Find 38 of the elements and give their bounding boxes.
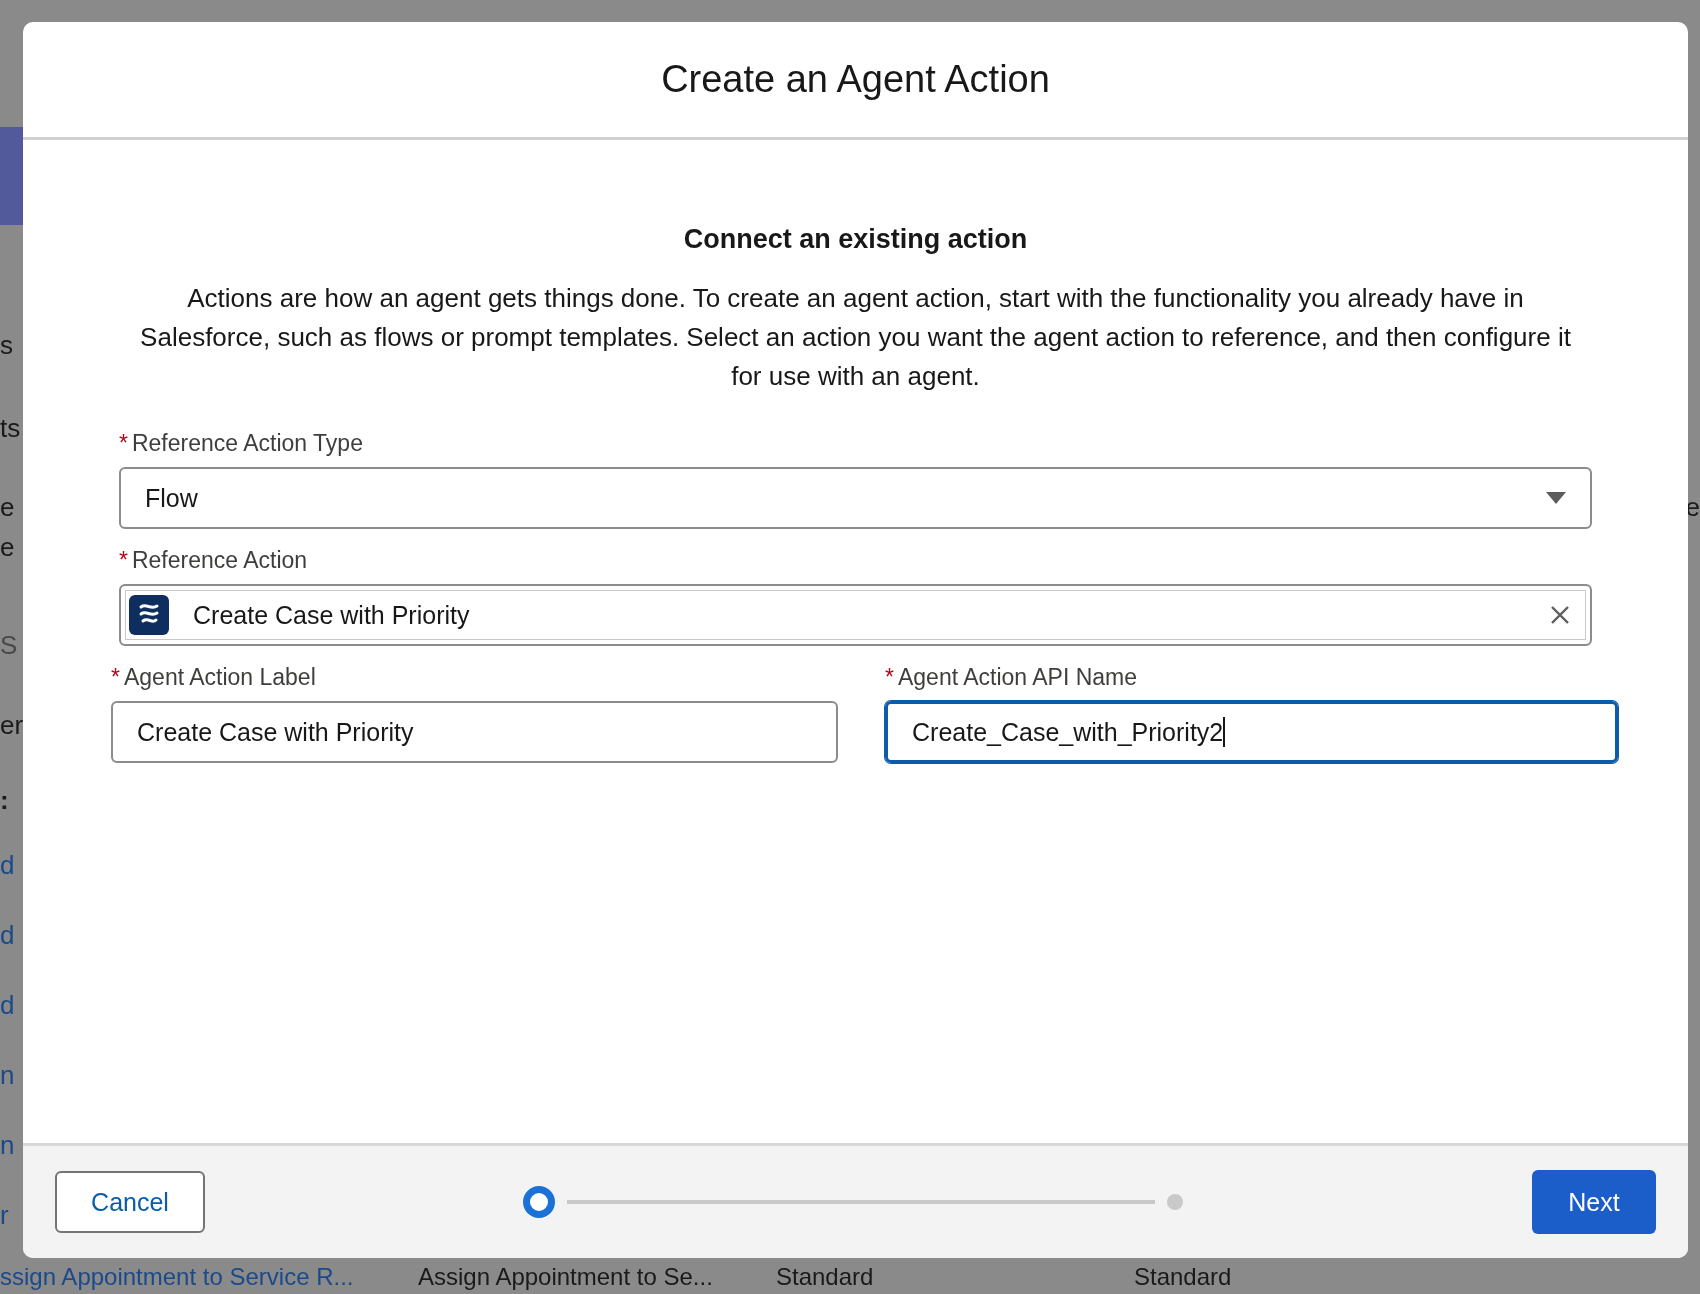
background-text: er: [0, 710, 24, 740]
background-text: n: [0, 1060, 15, 1090]
background-text: e: [0, 492, 15, 522]
modal-title: Create an Agent Action: [661, 58, 1050, 101]
caret-icon: [1546, 492, 1566, 504]
field-label: Reference Action Type: [131, 430, 363, 457]
required-marker: *: [119, 430, 128, 457]
background-text: s: [0, 330, 13, 360]
input-field[interactable]: Create_Case_with_Priority2: [885, 701, 1618, 763]
dropdown-field[interactable]: Flow: [119, 467, 1592, 529]
required-marker: *: [111, 664, 120, 691]
field-label: Reference Action: [131, 547, 308, 574]
input-field[interactable]: Create Case with Priority: [111, 701, 838, 763]
cancel-button[interactable]: Cancel: [55, 1171, 205, 1233]
background-text: Standard: [776, 1262, 874, 1292]
progress-step[interactable]: [523, 1186, 555, 1218]
background-text: d: [0, 850, 15, 880]
background-text: n: [0, 1130, 15, 1160]
next-button[interactable]: Next: [1532, 1170, 1656, 1234]
section-heading: Connect an existing action: [682, 224, 1029, 255]
background-text: ssign Appointment to Service R...: [0, 1262, 354, 1292]
background-text: S: [0, 630, 18, 660]
background-text: r: [0, 1200, 9, 1230]
background-text: Standard: [1134, 1262, 1232, 1292]
background-text: Assign Appointment to Se...: [418, 1262, 713, 1292]
background-text: d: [0, 990, 15, 1020]
background-text: e: [0, 532, 15, 562]
clear-icon[interactable]: [1550, 605, 1570, 625]
description-text: Actions are how an agent gets things done. To create an agent action, start with the functionality you already have in Salesforce, such as flows or prompt templates. Select an action you want the agent action to reference, and then configure it for use with an agent.: [139, 282, 1572, 393]
background-text: ts: [0, 413, 21, 443]
required-marker: *: [119, 547, 128, 574]
field-label: Agent Action Label: [123, 664, 316, 691]
required-marker: *: [885, 664, 894, 691]
flow-icon: [129, 595, 169, 635]
lookup-field[interactable]: Create Case with Priority: [119, 584, 1592, 646]
background-text: :: [0, 785, 9, 815]
background-text: d: [0, 920, 15, 950]
field-label: Agent Action API Name: [897, 664, 1138, 691]
